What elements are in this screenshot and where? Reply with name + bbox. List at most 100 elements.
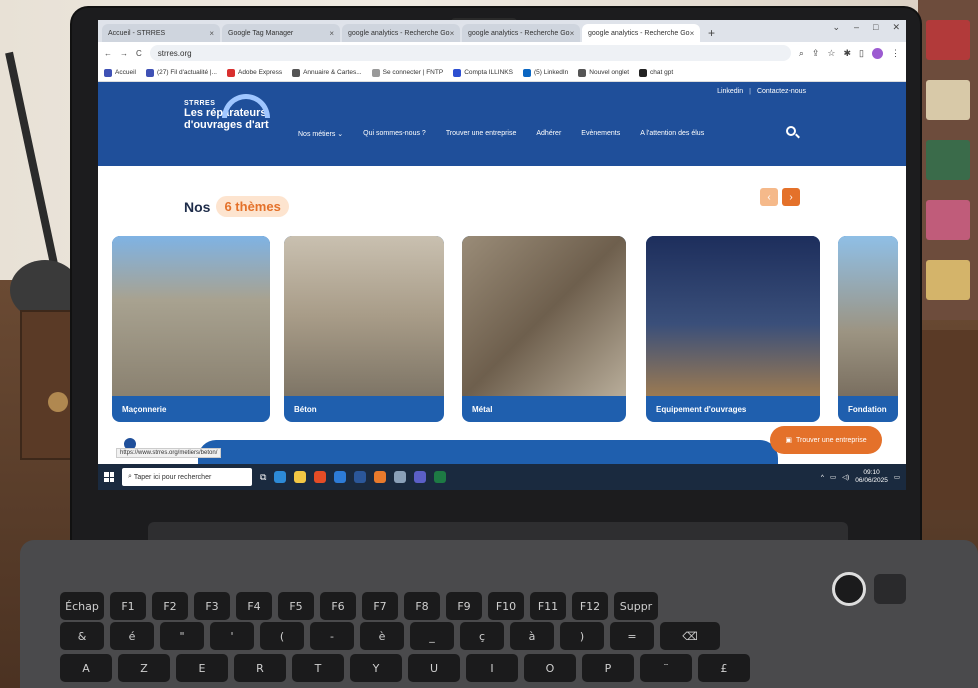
key[interactable]: O <box>524 654 576 682</box>
key[interactable]: - <box>310 622 354 650</box>
key[interactable]: F12 <box>572 592 608 620</box>
new-tab-button[interactable]: + <box>702 24 721 42</box>
theme-card-metal[interactable]: Métal <box>462 236 626 422</box>
key[interactable]: Échap <box>60 592 104 620</box>
browser-tab[interactable]: google analytics - Recherche Go × <box>342 24 460 42</box>
browser-tab-active[interactable]: google analytics - Recherche Go × <box>582 24 700 42</box>
key[interactable]: " <box>160 622 204 650</box>
key[interactable]: ç <box>460 622 504 650</box>
key[interactable]: £ <box>698 654 750 682</box>
nav-item-about[interactable]: Qui sommes-nous ? <box>363 130 426 138</box>
browser-tab[interactable]: Accueil - STRRES × <box>102 24 220 42</box>
theme-card-equipement[interactable]: Equipement d'ouvrages <box>646 236 820 422</box>
bookmark-item[interactable]: Accueil <box>104 68 136 77</box>
app-icon[interactable] <box>394 471 407 483</box>
close-icon[interactable]: × <box>570 29 575 38</box>
key[interactable]: F1 <box>110 592 146 620</box>
menu-icon[interactable]: ⋮ <box>891 48 900 59</box>
bookmark-item[interactable]: Adobe Express <box>226 68 282 77</box>
bookmark-item[interactable]: (27) Fil d'actualité |... <box>145 68 217 77</box>
key[interactable]: A <box>60 654 112 682</box>
key[interactable]: _ <box>410 622 454 650</box>
network-icon[interactable]: ▭ <box>830 473 836 481</box>
close-icon[interactable]: × <box>209 29 214 38</box>
key[interactable]: F11 <box>530 592 566 620</box>
theme-card-beton[interactable]: Béton <box>284 236 444 422</box>
tray-chevron-icon[interactable]: ^ <box>821 474 824 481</box>
fingerprint-sensor-icon[interactable] <box>874 574 906 604</box>
chrome-icon[interactable] <box>314 471 327 483</box>
key[interactable]: è <box>360 622 404 650</box>
key[interactable]: ( <box>260 622 304 650</box>
key[interactable]: é <box>110 622 154 650</box>
key[interactable]: Z <box>118 654 170 682</box>
reload-icon[interactable]: C <box>136 49 142 58</box>
key[interactable]: T <box>292 654 344 682</box>
key[interactable]: P <box>582 654 634 682</box>
key[interactable]: ' <box>210 622 254 650</box>
bookmark-item[interactable]: Annuaire & Cartes... <box>292 68 362 77</box>
back-icon[interactable]: ← <box>104 49 112 58</box>
search-icon[interactable] <box>786 126 796 136</box>
sidepanel-icon[interactable]: ▯ <box>859 48 864 59</box>
task-view-icon[interactable]: ⧉ <box>260 472 266 483</box>
forward-icon[interactable]: → <box>120 49 128 58</box>
key[interactable]: & <box>60 622 104 650</box>
key[interactable]: I <box>466 654 518 682</box>
theme-card-maconnerie[interactable]: Maçonnerie <box>112 236 270 422</box>
bookmark-item[interactable]: (5) LinkedIn <box>522 68 568 77</box>
maximize-icon[interactable]: □ <box>873 22 878 33</box>
app-icon[interactable] <box>374 471 387 483</box>
nav-item-find-company[interactable]: Trouver une entreprise <box>446 130 517 138</box>
key[interactable]: F2 <box>152 592 188 620</box>
bookmark-item[interactable]: Se connecter | FNTP <box>371 68 443 77</box>
volume-icon[interactable]: ◁) <box>842 473 849 481</box>
chevron-down-icon[interactable]: ⌄ <box>832 22 840 33</box>
key[interactable]: F5 <box>278 592 314 620</box>
word-icon[interactable] <box>354 471 367 483</box>
key[interactable]: F7 <box>362 592 398 620</box>
nav-item-metiers[interactable]: Nos métiers ⌄ <box>298 130 343 138</box>
bookmark-item[interactable]: chat gpt <box>639 68 673 77</box>
key[interactable]: = <box>610 622 654 650</box>
share-icon[interactable]: ⇪ <box>812 48 820 59</box>
contact-link[interactable]: Contactez-nous <box>757 88 806 95</box>
key[interactable]: à <box>510 622 554 650</box>
star-icon[interactable]: ☆ <box>827 48 835 59</box>
backspace-key[interactable]: ⌫ <box>660 622 720 650</box>
close-icon[interactable]: × <box>329 29 334 38</box>
minimize-icon[interactable]: – <box>854 22 859 33</box>
key[interactable]: E <box>176 654 228 682</box>
bookmark-item[interactable]: Nouvel onglet <box>578 68 629 77</box>
key[interactable]: ¨ <box>640 654 692 682</box>
linkedin-link[interactable]: Linkedin <box>717 88 743 95</box>
edge-icon[interactable] <box>274 471 287 483</box>
key[interactable]: F6 <box>320 592 356 620</box>
carousel-next-button[interactable]: › <box>782 188 800 206</box>
outlook-icon[interactable] <box>334 471 347 483</box>
bookmark-item[interactable]: Compta ILLINKS <box>453 68 513 77</box>
nav-item-elected[interactable]: A l'attention des élus <box>640 130 704 138</box>
notification-icon[interactable]: ▭ <box>894 473 900 481</box>
browser-tab[interactable]: Google Tag Manager × <box>222 24 340 42</box>
key[interactable]: ) <box>560 622 604 650</box>
find-company-cta-button[interactable]: ▣ Trouver une entreprise <box>770 426 882 454</box>
taskbar-search-input[interactable]: ⌕ Taper ici pour rechercher <box>122 468 252 486</box>
avatar[interactable] <box>872 47 883 59</box>
browser-tab[interactable]: google analytics - Recherche Go × <box>462 24 580 42</box>
extensions-icon[interactable]: ✱ <box>844 48 852 59</box>
site-logo[interactable]: STRRES Les réparateurs d'ouvrages d'art <box>184 94 270 131</box>
key[interactable]: Y <box>350 654 402 682</box>
key[interactable]: R <box>234 654 286 682</box>
key[interactable]: U <box>408 654 460 682</box>
close-icon[interactable]: × <box>450 29 455 38</box>
windows-start-icon[interactable] <box>104 472 114 482</box>
key[interactable]: F10 <box>488 592 524 620</box>
close-icon[interactable]: × <box>690 29 695 38</box>
carousel-prev-button[interactable]: ‹ <box>760 188 778 206</box>
clock[interactable]: 09:10 06/06/2025 <box>855 469 888 485</box>
key[interactable]: F9 <box>446 592 482 620</box>
key[interactable]: F3 <box>194 592 230 620</box>
excel-icon[interactable] <box>434 471 447 483</box>
theme-card-fondation[interactable]: Fondation <box>838 236 898 422</box>
